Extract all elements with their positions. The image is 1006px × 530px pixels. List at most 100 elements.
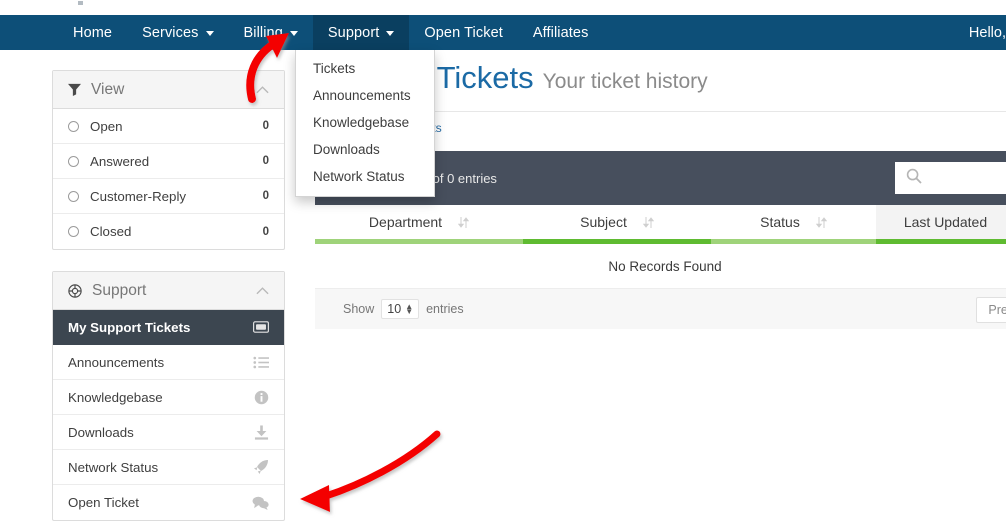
stepper-down[interactable]: ▼ (405, 308, 413, 316)
filter-icon (68, 83, 81, 96)
support-panel-title: Support (92, 281, 147, 299)
sort-icon[interactable] (458, 216, 470, 229)
stepper-arrows-icon[interactable]: ▲ ▼ (405, 303, 413, 316)
search-input[interactable] (928, 170, 1006, 186)
filter-row-closed[interactable]: Closed 0 (53, 214, 284, 249)
dropdown-item-label: Tickets (313, 61, 356, 76)
main-navbar: Home Services Billing Support Open Ticke… (0, 15, 1006, 50)
support-dropdown-menu[interactable]: Tickets Announcements Knowledgebase Down… (295, 50, 435, 197)
accent-bar-department (315, 239, 523, 244)
table-search-box[interactable] (895, 162, 1006, 194)
column-label: Last Updated (903, 214, 988, 230)
filter-row-customer-reply[interactable]: Customer-Reply 0 (53, 179, 284, 214)
ticket-icon (253, 321, 269, 333)
support-nav-panel: Support My Support Tickets Announcements (52, 271, 285, 521)
sidebar-item-downloads[interactable]: Downloads (53, 415, 284, 450)
filter-count: 0 (262, 155, 269, 167)
sidebar-item-label: Open Ticket (68, 495, 139, 510)
nav-item-home[interactable]: Home (58, 15, 127, 50)
empty-state-row: No Records Found (315, 244, 1006, 288)
info-circle-icon (254, 390, 269, 405)
chevron-up-icon[interactable] (256, 85, 269, 94)
dropdown-item-network-status[interactable]: Network Status (296, 163, 434, 190)
accent-bar-status (711, 239, 876, 244)
dropdown-item-downloads[interactable]: Downloads (296, 136, 434, 163)
sort-icon[interactable] (815, 216, 827, 229)
view-panel-header[interactable]: View (53, 71, 284, 109)
sidebar-item-label: Network Status (68, 459, 159, 475)
radio-icon[interactable] (68, 155, 79, 167)
filter-label: Customer-Reply (90, 188, 187, 204)
nav-item-label: Open Ticket (424, 24, 503, 41)
nav-item-label: Support (327, 24, 380, 41)
filter-count: 0 (262, 225, 269, 238)
column-label: Department (368, 214, 443, 230)
nav-item-support[interactable]: Support (312, 15, 410, 50)
download-icon (254, 424, 269, 440)
show-label: Show (343, 302, 375, 316)
nav-item-affiliates[interactable]: Affiliates (518, 15, 604, 50)
column-header-status[interactable]: Status (711, 205, 876, 239)
previous-page-button[interactable]: Previous (976, 297, 1006, 323)
list-icon (253, 356, 269, 369)
life-ring-icon (68, 283, 82, 298)
filter-count: 0 (262, 120, 269, 132)
chevron-down-icon (386, 31, 395, 36)
chevron-down-icon (205, 31, 214, 36)
filter-label: Answered (90, 153, 150, 169)
radio-icon[interactable] (68, 190, 79, 202)
search-icon (906, 168, 922, 189)
entries-label: entries (426, 302, 464, 316)
chevron-down-icon (289, 31, 298, 36)
filter-row-answered[interactable]: Answered 0 (53, 144, 284, 179)
page-size-select[interactable]: 10 ▲ ▼ (381, 299, 420, 319)
column-header-department[interactable]: Department (315, 205, 523, 239)
user-greeting: Hello, (968, 24, 1006, 41)
sidebar-item-label: Knowledgebase (68, 389, 163, 405)
column-label: Status (760, 214, 800, 230)
sidebar-item-network-status[interactable]: Network Status (53, 450, 284, 485)
sidebar-item-label: My Support Tickets (68, 319, 191, 335)
sidebar: View Open 0 Answered 0 Customer-Reply 0 (52, 70, 285, 530)
table-header-row: Department Subject Status Last Updated (315, 205, 1006, 239)
top-strip (0, 0, 1006, 15)
dropdown-item-label: Knowledgebase (313, 115, 410, 130)
sidebar-item-label: Downloads (68, 424, 134, 440)
page-size-control[interactable]: Show 10 ▲ ▼ entries (343, 299, 464, 319)
sidebar-item-my-support-tickets[interactable]: My Support Tickets (53, 310, 284, 345)
dropdown-item-label: Announcements (313, 88, 411, 103)
nav-item-services[interactable]: Services (127, 15, 228, 50)
nav-item-label: Services (142, 24, 199, 41)
filter-row-open[interactable]: Open 0 (53, 109, 284, 144)
column-label: Subject (580, 214, 627, 230)
nav-item-label: Billing (243, 24, 283, 41)
accent-bar-last-updated (876, 239, 1006, 244)
filter-label: Open (90, 118, 123, 134)
sidebar-item-label: Announcements (68, 354, 165, 370)
sidebar-item-announcements[interactable]: Announcements (53, 345, 284, 380)
dropdown-item-label: Network Status (313, 169, 405, 184)
support-panel-header[interactable]: Support (53, 272, 284, 310)
nav-item-billing[interactable]: Billing (229, 15, 313, 50)
sidebar-item-open-ticket[interactable]: Open Ticket (53, 485, 284, 520)
pagination: Previous (976, 297, 1006, 323)
chevron-up-icon[interactable] (256, 286, 269, 295)
nav-item-open-ticket[interactable]: Open Ticket (409, 15, 517, 50)
sort-icon[interactable] (642, 216, 654, 229)
column-header-subject[interactable]: Subject (523, 205, 711, 239)
navbar-items: Home Services Billing Support Open Ticke… (58, 15, 603, 50)
sidebar-item-knowledgebase[interactable]: Knowledgebase (53, 380, 284, 415)
table-footer: Show 10 ▲ ▼ entries Previous (315, 288, 1006, 329)
page-subtitle: Your ticket history (542, 70, 708, 93)
column-header-last-updated[interactable]: Last Updated (876, 205, 1006, 239)
navbar-user-menu[interactable]: Hello, (959, 15, 1006, 50)
view-filter-panel: View Open 0 Answered 0 Customer-Reply 0 (52, 70, 285, 250)
page-artifact (78, 1, 83, 5)
radio-icon[interactable] (68, 226, 79, 237)
empty-state-text: No Records Found (608, 258, 722, 274)
dropdown-item-tickets[interactable]: Tickets (296, 55, 434, 82)
dropdown-item-announcements[interactable]: Announcements (296, 82, 434, 109)
dropdown-item-label: Downloads (313, 142, 380, 157)
radio-icon[interactable] (68, 120, 79, 132)
dropdown-item-knowledgebase[interactable]: Knowledgebase (296, 109, 434, 136)
